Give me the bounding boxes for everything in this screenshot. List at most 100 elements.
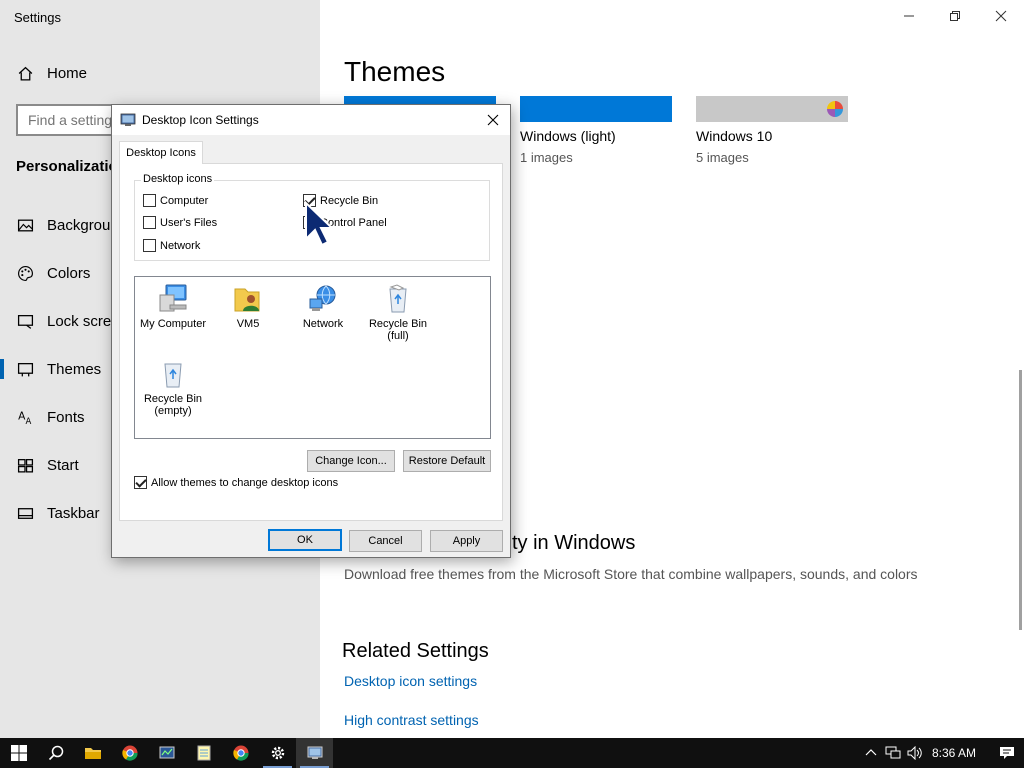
taskbar-search-button[interactable] [37,738,74,768]
minimize-button[interactable] [886,0,932,32]
network-icon [309,285,336,311]
icon-item-recycle-bin-full[interactable]: Recycle Bin (full) [360,283,436,342]
icon-item-vm5[interactable]: VM5 [210,283,286,330]
chevron-up-icon [865,749,877,756]
desktop-settings-icon [120,113,136,126]
icon-list[interactable]: My Computer VM5 Network Recycle Bin (ful… [134,276,491,439]
network-status-button[interactable] [882,738,904,768]
checkbox-box[interactable] [134,476,147,489]
close-window-button[interactable] [978,0,1024,32]
apply-button[interactable]: Apply [430,530,503,552]
nav-taskbar-label: Taskbar [47,504,100,522]
icon-label: VM5 [236,318,260,330]
checkbox-box[interactable] [143,216,156,229]
minimize-icon [904,15,914,17]
brush-icon [16,360,34,378]
nav-colors-label: Colors [47,264,91,282]
windows-logo-icon [10,745,27,761]
search-icon [48,745,63,761]
restore-default-button[interactable]: Restore Default [403,450,491,472]
palette-icon [16,264,34,282]
close-icon [487,114,499,126]
taskbar-chrome[interactable] [111,738,148,768]
taskbar-task-manager[interactable] [148,738,185,768]
action-center-button[interactable] [990,738,1024,768]
file-explorer-icon [84,748,101,759]
nav-home[interactable]: Home [0,53,320,93]
theme-tile-windows-10[interactable]: Windows 10 5 images [696,96,848,165]
taskbar: 8:36 AM [0,738,1024,768]
checkbox-label: Network [160,239,201,252]
taskbar-file-explorer[interactable] [74,738,111,768]
task-manager-icon [159,746,174,759]
restore-button[interactable] [932,0,978,32]
scrollbar[interactable] [1019,370,1022,630]
taskbar-settings[interactable] [259,738,296,768]
nav-fonts-label: Fonts [47,408,85,426]
checkbox-box[interactable] [143,194,156,207]
checkbox-allow-themes[interactable]: Allow themes to change desktop icons [134,476,338,489]
taskbar-icon [16,504,34,522]
theme-preview [696,96,848,122]
system-tray: 8:36 AM [860,738,1024,768]
page-title: Themes [344,56,446,87]
theme-tile-windows-light[interactable]: Windows (light) 1 images [520,96,672,165]
recycle-bin-full-icon [389,284,407,313]
network-status-icon [885,746,901,759]
start-button[interactable] [0,738,37,768]
more-themes-heading: ty in Windows [512,532,636,554]
volume-button[interactable] [904,738,926,768]
taskbar-chrome-2[interactable] [222,738,259,768]
picture-icon [16,216,34,234]
icon-label: Recycle Bin (full) [368,318,428,342]
checkbox-box[interactable] [143,239,156,252]
font-icon: AA [16,408,34,426]
show-hidden-icons-button[interactable] [860,738,882,768]
theme-preview [520,96,672,122]
remote-desktop-icon [307,746,322,759]
mouse-cursor-icon [305,201,334,247]
high-contrast-settings-link[interactable]: High contrast settings [344,712,479,728]
taskbar-notepad[interactable] [185,738,222,768]
theme-name: Windows (light) [520,128,616,144]
cancel-button[interactable]: Cancel [349,530,422,552]
speaker-icon [907,746,922,760]
change-icon-button[interactable]: Change Icon... [307,450,395,472]
restore-icon [950,11,960,21]
checkbox-network[interactable]: Network [143,239,200,252]
dialog-title: Desktop Icon Settings [142,113,259,127]
related-settings-heading: Related Settings [342,640,489,662]
user-folder-icon [234,288,260,312]
tab-desktop-icons[interactable]: Desktop Icons [119,141,203,164]
icon-item-recycle-bin-empty[interactable]: Recycle Bin (empty) [135,358,211,417]
app-title: Settings [14,10,61,25]
notepad-icon [197,745,210,761]
close-icon [995,10,1007,22]
checkbox-label: User's Files [160,216,218,229]
nav-themes-label: Themes [47,360,102,378]
nav-start-label: Start [47,456,79,474]
ok-button[interactable]: OK [268,529,342,551]
dialog-close-button[interactable] [476,105,510,135]
dialog-titlebar[interactable]: Desktop Icon Settings [112,105,510,135]
taskbar-desktop-icon-settings[interactable] [296,738,333,768]
clock[interactable]: 8:36 AM [932,746,976,760]
group-label: Desktop icons [141,173,215,185]
icon-label: Network [302,318,344,330]
more-themes-description: Download free themes from the Microsoft … [344,566,918,582]
checkbox-label: Computer [160,194,209,207]
icon-item-network[interactable]: Network [285,283,361,330]
desktop-icon-settings-dialog: Desktop Icon Settings Desktop Icons Desk… [111,104,511,558]
monitor-icon [16,312,34,330]
checkbox-label: Allow themes to change desktop icons [151,476,339,489]
checkbox-users-files[interactable]: User's Files [143,216,217,229]
window-controls [886,0,1024,32]
home-icon [16,64,34,82]
icon-label: Recycle Bin (empty) [143,393,203,417]
recycle-bin-empty-icon [164,363,182,388]
chrome-icon [121,745,138,761]
checkbox-computer[interactable]: Computer [143,194,208,207]
chrome-icon [232,745,249,761]
desktop-icon-settings-link[interactable]: Desktop icon settings [344,673,477,689]
icon-item-my-computer[interactable]: My Computer [135,283,211,330]
